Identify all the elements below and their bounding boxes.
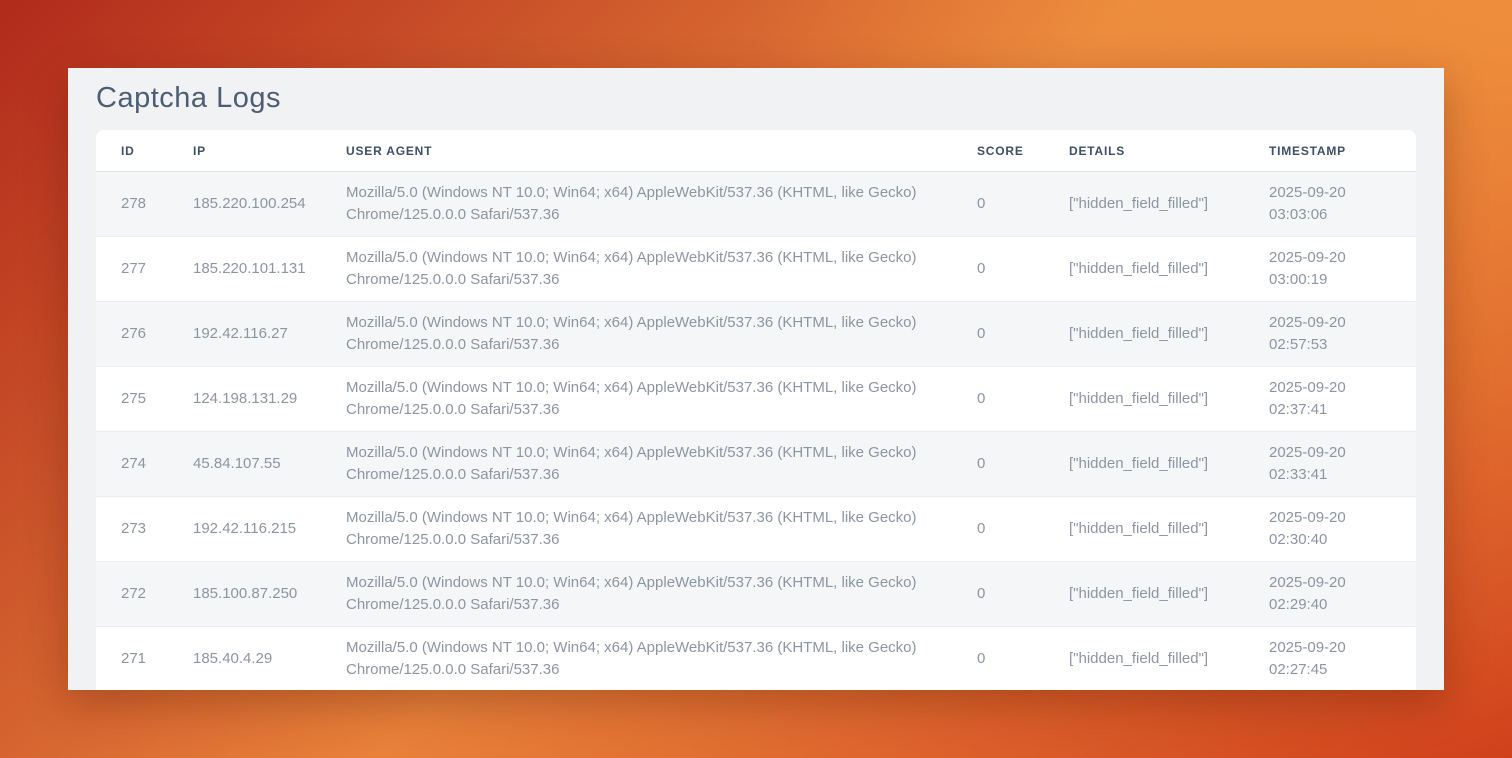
table-row: 276192.42.116.27Mozilla/5.0 (Windows NT … xyxy=(96,302,1416,367)
cell-ip: 185.220.100.254 xyxy=(193,172,346,237)
cell-id: 274 xyxy=(96,432,193,497)
cell-score: 0 xyxy=(977,172,1069,237)
table-row: 27445.84.107.55Mozilla/5.0 (Windows NT 1… xyxy=(96,432,1416,497)
cell-timestamp: 2025-09-20 02:27:45 xyxy=(1269,627,1416,691)
cell-user-agent: Mozilla/5.0 (Windows NT 10.0; Win64; x64… xyxy=(346,497,977,562)
cell-ip: 124.198.131.29 xyxy=(193,367,346,432)
cell-id: 273 xyxy=(96,497,193,562)
page-background: Captcha Logs ID IP USER AGENT SCORE DETA… xyxy=(0,0,1512,758)
cell-details: ["hidden_field_filled"] xyxy=(1069,432,1269,497)
table-body: 278185.220.100.254Mozilla/5.0 (Windows N… xyxy=(96,172,1416,691)
table-row: 273192.42.116.215Mozilla/5.0 (Windows NT… xyxy=(96,497,1416,562)
cell-id: 272 xyxy=(96,562,193,627)
cell-id: 277 xyxy=(96,237,193,302)
captcha-logs-card: Captcha Logs ID IP USER AGENT SCORE DETA… xyxy=(68,68,1444,690)
cell-user-agent: Mozilla/5.0 (Windows NT 10.0; Win64; x64… xyxy=(346,627,977,691)
cell-user-agent: Mozilla/5.0 (Windows NT 10.0; Win64; x64… xyxy=(346,172,977,237)
cell-id: 275 xyxy=(96,367,193,432)
cell-details: ["hidden_field_filled"] xyxy=(1069,172,1269,237)
cell-timestamp: 2025-09-20 02:30:40 xyxy=(1269,497,1416,562)
table-row: 277185.220.101.131Mozilla/5.0 (Windows N… xyxy=(96,237,1416,302)
column-header-details: DETAILS xyxy=(1069,130,1269,172)
cell-id: 271 xyxy=(96,627,193,691)
cell-details: ["hidden_field_filled"] xyxy=(1069,627,1269,691)
cell-score: 0 xyxy=(977,367,1069,432)
cell-details: ["hidden_field_filled"] xyxy=(1069,237,1269,302)
logs-table-container: ID IP USER AGENT SCORE DETAILS TIMESTAMP… xyxy=(96,130,1416,690)
table-row: 275124.198.131.29Mozilla/5.0 (Windows NT… xyxy=(96,367,1416,432)
cell-score: 0 xyxy=(977,237,1069,302)
cell-ip: 185.220.101.131 xyxy=(193,237,346,302)
column-header-ip: IP xyxy=(193,130,346,172)
cell-timestamp: 2025-09-20 02:33:41 xyxy=(1269,432,1416,497)
cell-user-agent: Mozilla/5.0 (Windows NT 10.0; Win64; x64… xyxy=(346,367,977,432)
cell-user-agent: Mozilla/5.0 (Windows NT 10.0; Win64; x64… xyxy=(346,562,977,627)
cell-id: 276 xyxy=(96,302,193,367)
table-row: 272185.100.87.250Mozilla/5.0 (Windows NT… xyxy=(96,562,1416,627)
cell-ip: 45.84.107.55 xyxy=(193,432,346,497)
cell-timestamp: 2025-09-20 03:03:06 xyxy=(1269,172,1416,237)
page-title: Captcha Logs xyxy=(96,82,1416,114)
cell-score: 0 xyxy=(977,627,1069,691)
cell-timestamp: 2025-09-20 02:37:41 xyxy=(1269,367,1416,432)
table-row: 271185.40.4.29Mozilla/5.0 (Windows NT 10… xyxy=(96,627,1416,691)
cell-ip: 185.40.4.29 xyxy=(193,627,346,691)
cell-user-agent: Mozilla/5.0 (Windows NT 10.0; Win64; x64… xyxy=(346,237,977,302)
cell-details: ["hidden_field_filled"] xyxy=(1069,562,1269,627)
column-header-id: ID xyxy=(96,130,193,172)
cell-user-agent: Mozilla/5.0 (Windows NT 10.0; Win64; x64… xyxy=(346,432,977,497)
cell-score: 0 xyxy=(977,562,1069,627)
cell-score: 0 xyxy=(977,497,1069,562)
cell-user-agent: Mozilla/5.0 (Windows NT 10.0; Win64; x64… xyxy=(346,302,977,367)
column-header-score: SCORE xyxy=(977,130,1069,172)
cell-ip: 192.42.116.215 xyxy=(193,497,346,562)
cell-timestamp: 2025-09-20 02:57:53 xyxy=(1269,302,1416,367)
cell-ip: 192.42.116.27 xyxy=(193,302,346,367)
cell-details: ["hidden_field_filled"] xyxy=(1069,302,1269,367)
cell-details: ["hidden_field_filled"] xyxy=(1069,367,1269,432)
column-header-user-agent: USER AGENT xyxy=(346,130,977,172)
logs-table: ID IP USER AGENT SCORE DETAILS TIMESTAMP… xyxy=(96,130,1416,690)
cell-details: ["hidden_field_filled"] xyxy=(1069,497,1269,562)
table-header-row: ID IP USER AGENT SCORE DETAILS TIMESTAMP xyxy=(96,130,1416,172)
cell-timestamp: 2025-09-20 02:29:40 xyxy=(1269,562,1416,627)
cell-score: 0 xyxy=(977,302,1069,367)
column-header-timestamp: TIMESTAMP xyxy=(1269,130,1416,172)
cell-ip: 185.100.87.250 xyxy=(193,562,346,627)
cell-timestamp: 2025-09-20 03:00:19 xyxy=(1269,237,1416,302)
cell-score: 0 xyxy=(977,432,1069,497)
table-row: 278185.220.100.254Mozilla/5.0 (Windows N… xyxy=(96,172,1416,237)
cell-id: 278 xyxy=(96,172,193,237)
